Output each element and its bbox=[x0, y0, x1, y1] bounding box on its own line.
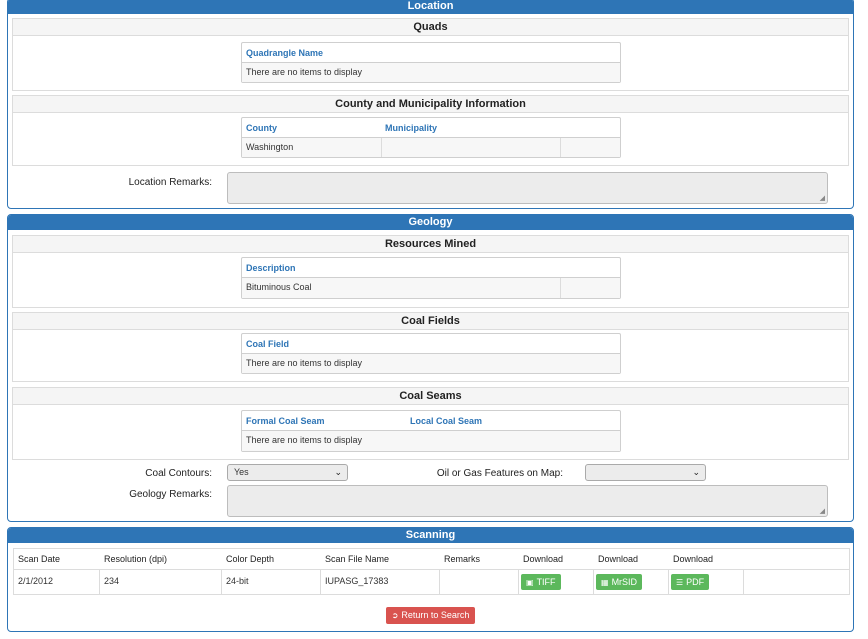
coal-contours-value: Yes bbox=[234, 467, 249, 477]
download-pdf-button[interactable]: ☰ PDF bbox=[671, 574, 710, 590]
resources-mined-section: Resources Mined Description Bituminous C… bbox=[12, 235, 849, 308]
coal-contours-label: Coal Contours: bbox=[145, 468, 212, 479]
coal-fields-grid: Coal Field There are no items to display bbox=[241, 333, 621, 374]
column-header-county[interactable]: County bbox=[242, 118, 382, 138]
cell-county: Washington bbox=[242, 138, 382, 157]
oil-gas-features-label: Oil or Gas Features on Map: bbox=[436, 468, 563, 479]
location-remarks-field[interactable]: ◢ bbox=[227, 172, 828, 204]
resize-handle-icon[interactable]: ◢ bbox=[820, 508, 825, 515]
coal-fields-title: Coal Fields bbox=[13, 313, 848, 330]
cell-download-tiff: ▣ TIFF bbox=[519, 569, 594, 594]
cell-scan-file-name: IUPASG_17383 bbox=[321, 569, 440, 594]
resources-mined-title: Resources Mined bbox=[13, 236, 848, 253]
quads-section: Quads Quadrangle Name There are no items… bbox=[12, 18, 849, 91]
grid-empty-row: There are no items to display bbox=[242, 354, 620, 373]
column-header-scan-date: Scan Date bbox=[18, 554, 61, 564]
download-pdf-label: PDF bbox=[686, 577, 705, 587]
image-icon: ▦ bbox=[601, 578, 609, 587]
scanning-panel-title: Scanning bbox=[8, 528, 853, 543]
column-header-quadrangle-name[interactable]: Quadrangle Name bbox=[242, 43, 323, 63]
location-panel-title: Location bbox=[8, 0, 853, 14]
empty-message: There are no items to display bbox=[246, 358, 363, 368]
column-header-color-depth: Color Depth bbox=[226, 554, 275, 564]
coal-contours-select[interactable]: Yes ⌄ bbox=[227, 464, 348, 481]
cell-resolution: 234 bbox=[100, 569, 222, 594]
resources-mined-grid: Description Bituminous Coal bbox=[241, 257, 621, 299]
column-header-municipality[interactable]: Municipality bbox=[381, 118, 561, 138]
return-to-search-button[interactable]: ➲ Return to Search bbox=[386, 607, 475, 624]
resize-handle-icon[interactable]: ◢ bbox=[820, 195, 825, 202]
column-header-download-pdf: Download bbox=[673, 554, 714, 564]
coal-seams-section: Coal Seams Formal Coal Seam Local Coal S… bbox=[12, 387, 849, 460]
grid-empty-row: There are no items to display bbox=[242, 63, 620, 82]
column-header-download-tiff: Download bbox=[523, 554, 564, 564]
geology-remarks-field[interactable]: ◢ bbox=[227, 485, 828, 517]
arrow-circle-left-icon: ➲ bbox=[391, 611, 399, 620]
scanning-table: Scan Date Resolution (dpi) Color Depth S… bbox=[13, 548, 850, 595]
column-header-resolution: Resolution (dpi) bbox=[104, 554, 168, 564]
cell-extra bbox=[561, 278, 620, 298]
grid-header-row: Coal Field bbox=[242, 334, 620, 354]
list-icon: ☰ bbox=[676, 578, 684, 587]
county-municipality-section: County and Municipality Information Coun… bbox=[12, 95, 849, 166]
cell-color-depth: 24-bit bbox=[222, 569, 321, 594]
column-header-remarks: Remarks bbox=[444, 554, 481, 564]
empty-message: There are no items to display bbox=[246, 67, 363, 77]
chevron-down-icon: ⌄ bbox=[692, 467, 700, 477]
cell-trailing bbox=[744, 569, 850, 594]
cell-download-pdf: ☰ PDF bbox=[669, 569, 744, 594]
download-mrsid-button[interactable]: ▦ MrSID bbox=[596, 574, 643, 590]
download-tiff-button[interactable]: ▣ TIFF bbox=[521, 574, 561, 590]
column-header-formal-coal-seam[interactable]: Formal Coal Seam bbox=[242, 411, 407, 431]
coal-seams-grid: Formal Coal Seam Local Coal Seam There a… bbox=[241, 410, 621, 452]
cell-remarks bbox=[440, 569, 519, 594]
camera-icon: ▣ bbox=[526, 578, 534, 587]
quads-title: Quads bbox=[13, 19, 848, 36]
empty-message: There are no items to display bbox=[246, 435, 363, 445]
location-remarks-label: Location Remarks: bbox=[128, 177, 212, 188]
grid-header-row: County Municipality bbox=[242, 118, 620, 138]
cell-municipality bbox=[382, 138, 561, 157]
cell-description: Bituminous Coal bbox=[242, 278, 561, 298]
download-tiff-label: TIFF bbox=[536, 577, 556, 587]
geology-panel: Geology Resources Mined Description Bitu… bbox=[7, 214, 854, 522]
table-row: Bituminous Coal bbox=[242, 278, 620, 298]
chevron-down-icon: ⌄ bbox=[334, 467, 342, 477]
quads-grid: Quadrangle Name There are no items to di… bbox=[241, 42, 621, 83]
download-mrsid-label: MrSID bbox=[611, 577, 638, 587]
column-header-download-mrsid: Download bbox=[598, 554, 639, 564]
geology-panel-title: Geology bbox=[8, 215, 853, 230]
geology-remarks-label: Geology Remarks: bbox=[129, 489, 212, 500]
county-municipality-title: County and Municipality Information bbox=[13, 96, 848, 113]
location-panel: Location Quads Quadrangle Name There are… bbox=[7, 0, 854, 209]
coal-seams-title: Coal Seams bbox=[13, 388, 848, 405]
grid-header-row: Formal Coal Seam Local Coal Seam bbox=[242, 411, 620, 431]
column-header-description[interactable]: Description bbox=[242, 258, 296, 278]
grid-header-row: Description bbox=[242, 258, 620, 278]
oil-gas-features-select[interactable]: ⌄ bbox=[585, 464, 706, 481]
cell-scan-date: 2/1/2012 bbox=[14, 569, 100, 594]
grid-header-row: Quadrangle Name bbox=[242, 43, 620, 63]
county-municipality-grid: County Municipality Washington bbox=[241, 117, 621, 158]
cell-extra bbox=[561, 138, 620, 157]
table-row: Washington bbox=[242, 138, 620, 157]
cell-download-mrsid: ▦ MrSID bbox=[594, 569, 669, 594]
return-to-search-label: Return to Search bbox=[401, 610, 470, 620]
column-header-scan-file-name: Scan File Name bbox=[325, 554, 390, 564]
grid-empty-row: There are no items to display bbox=[242, 431, 620, 451]
column-header-coal-field[interactable]: Coal Field bbox=[242, 334, 289, 354]
coal-fields-section: Coal Fields Coal Field There are no item… bbox=[12, 312, 849, 382]
column-header-local-coal-seam[interactable]: Local Coal Seam bbox=[406, 411, 586, 431]
